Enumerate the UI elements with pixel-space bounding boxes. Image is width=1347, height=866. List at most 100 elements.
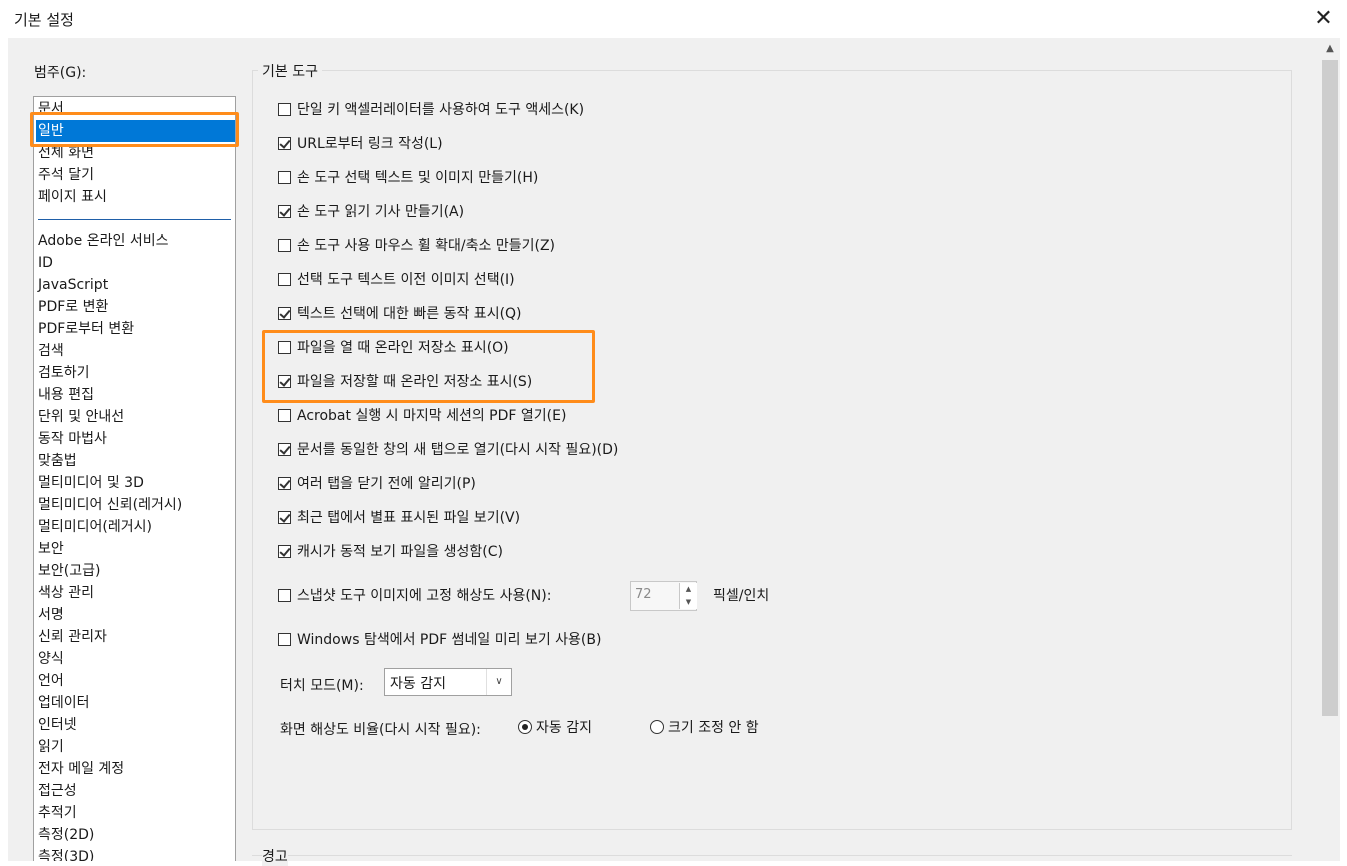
option-checkbox-row[interactable]: 텍스트 선택에 대한 빠른 동작 표시(Q) — [278, 303, 522, 325]
category-label: 범주(G): — [34, 65, 87, 81]
option-checkbox-row[interactable]: 선택 도구 텍스트 이전 이미지 선택(I) — [278, 269, 515, 291]
category-item[interactable]: 문서 — [38, 98, 64, 120]
category-item[interactable]: 보안(고급) — [38, 560, 100, 582]
category-separator — [38, 219, 231, 220]
category-item[interactable]: 검색 — [38, 340, 64, 362]
spinner-up-icon[interactable]: ▲ — [679, 583, 697, 596]
radio-auto-detect[interactable]: 자동 감지 — [518, 717, 592, 737]
checkbox-icon[interactable] — [278, 341, 291, 354]
category-item[interactable]: 전체 화면 — [38, 142, 94, 164]
checkbox-icon[interactable] — [278, 239, 291, 252]
category-item[interactable]: Adobe 온라인 서비스 — [38, 230, 168, 252]
option-label: 손 도구 읽기 기사 만들기(A) — [297, 204, 465, 220]
option-checkbox-row[interactable]: 캐시가 동적 보기 파일을 생성함(C) — [278, 541, 503, 563]
checkbox-checked-icon[interactable] — [278, 137, 291, 150]
option-label: 선택 도구 텍스트 이전 이미지 선택(I) — [297, 272, 515, 288]
option-checkbox-row[interactable]: 단일 키 액셀러레이터를 사용하여 도구 액세스(K) — [278, 99, 584, 121]
checkbox-icon[interactable] — [278, 171, 291, 184]
category-item[interactable]: JavaScript — [38, 274, 108, 296]
category-item[interactable]: 인터넷 — [38, 714, 77, 736]
category-item[interactable]: 전자 메일 계정 — [38, 758, 124, 780]
option-checkbox-row[interactable]: 손 도구 선택 텍스트 및 이미지 만들기(H) — [278, 167, 538, 189]
category-item[interactable]: 동작 마법사 — [38, 428, 107, 450]
option-checkbox-row[interactable]: 파일을 열 때 온라인 저장소 표시(O) — [278, 337, 509, 359]
radio-no-scale-label: 크기 조정 안 함 — [668, 720, 759, 736]
scrollbar-thumb[interactable] — [1322, 60, 1338, 716]
option-checkbox-row[interactable]: 손 도구 사용 마우스 휠 확대/축소 만들기(Z) — [278, 235, 555, 257]
category-item[interactable]: 측정(3D) — [38, 846, 94, 861]
checkbox-icon[interactable] — [278, 589, 291, 602]
checkbox-icon[interactable] — [278, 103, 291, 116]
checkbox-icon[interactable] — [278, 273, 291, 286]
category-item[interactable]: 멀티미디어 신뢰(레거시) — [38, 494, 182, 516]
chevron-down-icon[interactable]: ∨ — [486, 669, 511, 695]
option-checkbox-row[interactable]: 손 도구 읽기 기사 만들기(A) — [278, 201, 464, 223]
checkbox-checked-icon[interactable] — [278, 205, 291, 218]
category-item[interactable]: ID — [38, 252, 53, 274]
radio-icon[interactable] — [650, 720, 664, 734]
category-item[interactable]: 페이지 표시 — [38, 186, 107, 208]
category-item[interactable]: 단위 및 안내선 — [38, 406, 124, 428]
radio-icon[interactable] — [518, 720, 532, 734]
checkbox-checked-icon[interactable] — [278, 375, 291, 388]
category-item[interactable]: 일반 — [36, 120, 235, 142]
option-checkbox-row[interactable]: Acrobat 실행 시 마지막 세션의 PDF 열기(E) — [278, 405, 566, 427]
category-item[interactable]: 서명 — [38, 604, 64, 626]
category-item[interactable]: 주석 달기 — [38, 164, 94, 186]
touch-mode-value: 자동 감지 — [390, 676, 446, 692]
checkbox-icon[interactable] — [278, 633, 291, 646]
category-item[interactable]: 멀티미디어(레거시) — [38, 516, 152, 538]
option-label: 손 도구 사용 마우스 휠 확대/축소 만들기(Z) — [297, 238, 556, 254]
checkbox-checked-icon[interactable] — [278, 511, 291, 524]
option-checkbox-row[interactable]: 스냅샷 도구 이미지에 고정 해상도 사용(N): — [278, 585, 551, 607]
scroll-up-icon[interactable]: ▲ — [1320, 40, 1340, 58]
option-label: 여러 탭을 닫기 전에 알리기(P) — [297, 476, 476, 492]
option-label: 손 도구 선택 텍스트 및 이미지 만들기(H) — [297, 170, 539, 186]
category-item[interactable]: PDF로 변환 — [38, 296, 108, 318]
radio-no-scale[interactable]: 크기 조정 안 함 — [650, 717, 759, 737]
option-checkbox-row[interactable]: Windows 탐색에서 PDF 썸네일 미리 보기 사용(B) — [278, 629, 601, 651]
spinner-down-icon[interactable]: ▼ — [679, 596, 697, 609]
resolution-spinner[interactable]: 72 ▲ ▼ — [630, 581, 697, 611]
category-item[interactable]: 신뢰 관리자 — [38, 626, 107, 648]
option-label: 문서를 동일한 창의 새 탭으로 열기(다시 시작 필요)(D) — [297, 442, 619, 458]
category-list[interactable]: 문서 일반 전체 화면 주석 달기 페이지 표시 Adobe 온라인 서비스 ID JavaS… — [33, 96, 236, 861]
category-item[interactable]: 보안 — [38, 538, 64, 560]
option-checkbox-row[interactable]: 파일을 저장할 때 온라인 저장소 표시(S) — [278, 371, 532, 393]
option-checkbox-row[interactable]: 여러 탭을 닫기 전에 알리기(P) — [278, 473, 476, 495]
title-bar: 기본 설정 ✕ — [0, 0, 1347, 38]
category-item[interactable]: 맞춤법 — [38, 450, 77, 472]
option-label: 파일을 열 때 온라인 저장소 표시(O) — [297, 340, 509, 356]
category-item[interactable]: 멀티미디어 및 3D — [38, 472, 144, 494]
option-checkbox-row[interactable]: 문서를 동일한 창의 새 탭으로 열기(다시 시작 필요)(D) — [278, 439, 618, 461]
category-item[interactable]: 언어 — [38, 670, 64, 692]
category-item[interactable]: 접근성 — [38, 780, 77, 802]
category-item[interactable]: 추적기 — [38, 802, 77, 824]
checkbox-checked-icon[interactable] — [278, 477, 291, 490]
option-label: URL로부터 링크 작성(L) — [297, 136, 443, 152]
option-label: Windows 탐색에서 PDF 썸네일 미리 보기 사용(B) — [297, 632, 602, 648]
radio-auto-detect-label: 자동 감지 — [536, 720, 592, 736]
close-icon[interactable]: ✕ — [1300, 0, 1347, 38]
touch-mode-label: 터치 모드(M): — [280, 678, 364, 694]
checkbox-checked-icon[interactable] — [278, 443, 291, 456]
checkbox-checked-icon[interactable] — [278, 307, 291, 320]
screen-scale-label: 화면 해상도 비율(다시 시작 필요): — [280, 722, 481, 738]
option-checkbox-row[interactable]: 최근 탭에서 별표 표시된 파일 보기(V) — [278, 507, 520, 529]
category-item[interactable]: 색상 관리 — [38, 582, 94, 604]
touch-mode-select[interactable]: 자동 감지 ∨ — [384, 668, 512, 696]
option-label: 스냅샷 도구 이미지에 고정 해상도 사용(N): — [297, 588, 552, 604]
category-item[interactable]: 내용 편집 — [38, 384, 94, 406]
category-item[interactable]: 양식 — [38, 648, 64, 670]
resolution-value[interactable]: 72 — [635, 587, 652, 602]
option-checkbox-row[interactable]: URL로부터 링크 작성(L) — [278, 133, 443, 155]
category-item[interactable]: 검토하기 — [38, 362, 90, 384]
category-item[interactable]: 측정(2D) — [38, 824, 94, 846]
checkbox-checked-icon[interactable] — [278, 545, 291, 558]
option-label: Acrobat 실행 시 마지막 세션의 PDF 열기(E) — [297, 408, 567, 424]
category-item[interactable]: 읽기 — [38, 736, 64, 758]
category-item[interactable]: PDF로부터 변환 — [38, 318, 134, 340]
category-item[interactable]: 업데이터 — [38, 692, 90, 714]
warnings-title: 경고 — [262, 846, 288, 866]
checkbox-icon[interactable] — [278, 409, 291, 422]
